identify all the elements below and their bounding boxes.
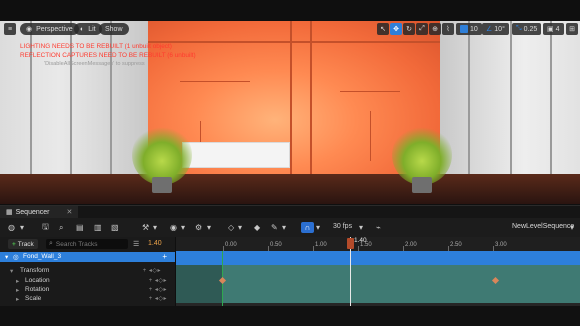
edit-pencil-icon[interactable]: ✎ xyxy=(271,222,278,233)
ruler-label: 0.00 xyxy=(225,242,237,248)
expand-arrow-icon[interactable]: ▾ xyxy=(10,267,13,275)
perspective-icon: ◉ xyxy=(26,26,33,33)
sequencer-tab-bar: ▦ Sequencer ✕ xyxy=(0,205,580,219)
camera-speed-button[interactable]: ▣ 4 xyxy=(543,23,564,35)
select-tool-icon[interactable]: ↖ xyxy=(377,23,389,35)
ruler-label: 2.00 xyxy=(405,242,417,248)
save-icon[interactable]: 🖫 xyxy=(42,222,49,233)
key-nav-controls[interactable]: + ◂◇▸ xyxy=(149,277,167,284)
key-nav-controls[interactable]: + ◂◇▸ xyxy=(149,295,167,302)
playhead-time-label: 1.40 xyxy=(354,237,367,244)
add-icon[interactable]: + xyxy=(162,252,167,261)
key-nav-controls[interactable]: + ◂◇▸ xyxy=(143,267,161,274)
expand-arrow-icon[interactable]: ▸ xyxy=(16,295,19,303)
surface-snap-icon[interactable]: ⌇ xyxy=(442,23,454,35)
transform-section[interactable] xyxy=(176,265,580,303)
eye-icon[interactable]: ◉ xyxy=(170,222,177,233)
grid-icon xyxy=(460,25,468,33)
auto-key-icon[interactable]: ◆ xyxy=(254,222,260,233)
sequence-name[interactable]: NewLevelSequence xyxy=(512,223,574,230)
tools-icon[interactable]: ⚒ xyxy=(142,222,149,233)
maximize-viewport-icon[interactable]: ⊞ xyxy=(566,23,578,35)
add-track-button[interactable]: + Track xyxy=(8,239,38,249)
chevron-down-icon[interactable]: ▾ xyxy=(181,222,185,233)
snap-magnet-icon[interactable]: ∩ xyxy=(301,222,314,233)
track-search-box[interactable]: ⌕ xyxy=(46,239,128,249)
show-button[interactable]: Show xyxy=(99,23,129,35)
expand-arrow-icon[interactable]: ▾ xyxy=(5,253,8,261)
camera-icon: ▣ xyxy=(547,26,554,33)
suppress-messages-note: 'DisableAllScreenMessages' to suppress xyxy=(44,61,145,67)
ruler-label: 2.50 xyxy=(450,242,462,248)
scene-white-bench[interactable] xyxy=(182,142,290,168)
chevron-down-icon[interactable]: ▾ xyxy=(359,222,363,233)
render-icon[interactable]: ▧ xyxy=(111,222,119,233)
actor-track-lane[interactable] xyxy=(176,251,580,265)
chevron-down-icon[interactable]: ▾ xyxy=(570,222,574,233)
view-mode-button[interactable]: ◐ Lit xyxy=(74,23,102,35)
grid-snap-toggle[interactable]: 10 xyxy=(456,23,482,35)
sequencer-toolbar: ◍ ▾ 🖫 ⌕ ▤ ▥ ▧ ⚒ ▾ ◉ ▾ ⚙ ▾ ◇ ▾ ◆ ✎ ▾ ∩ ▾ … xyxy=(0,218,580,237)
pre-roll-region xyxy=(176,265,222,303)
ruler-label: 3.00 xyxy=(495,242,507,248)
perspective-button[interactable]: ◉ Perspective xyxy=(20,23,79,35)
status-bar xyxy=(0,306,580,326)
chevron-down-icon[interactable]: ▾ xyxy=(238,222,242,233)
chevron-down-icon[interactable]: ▾ xyxy=(282,222,286,233)
close-icon[interactable]: ✕ xyxy=(66,208,72,216)
chevron-down-icon[interactable]: ▾ xyxy=(207,222,211,233)
actor-icon: ◎ xyxy=(13,253,19,261)
fps-selector[interactable]: 30 fps xyxy=(333,223,352,230)
find-in-browser-icon[interactable]: ⌕ xyxy=(59,222,63,233)
angle-icon: ∠ xyxy=(486,26,493,33)
filter-icon[interactable]: ☰ xyxy=(133,240,139,248)
film-icon[interactable]: ▤ xyxy=(76,222,84,233)
world-space-icon[interactable]: ⊕ xyxy=(429,23,441,35)
world-icon[interactable]: ◍ xyxy=(8,222,15,233)
time-ruler[interactable]: 0.00 0.50 1.00 1.50 2.00 2.50 3.00 xyxy=(176,237,580,251)
key-nav-controls[interactable]: + ◂◇▸ xyxy=(149,286,167,293)
level-viewport[interactable]: ≡ ◉ Perspective ◐ Lit Show ↖ ✥ ↻ ⤢ ⊕ ⌇ 1… xyxy=(0,21,580,204)
rotate-tool-icon[interactable]: ↻ xyxy=(403,23,415,35)
expand-arrow-icon[interactable]: ▸ xyxy=(16,286,19,294)
search-input[interactable] xyxy=(55,240,126,248)
playhead-handle[interactable] xyxy=(347,238,354,249)
reflection-rebuild-message: REFLECTION CAPTURES NEED TO BE REBUILT (… xyxy=(20,52,196,59)
chevron-down-icon[interactable]: ▾ xyxy=(316,222,320,233)
key-icon[interactable]: ◇ xyxy=(228,222,234,233)
lit-icon: ◐ xyxy=(80,25,85,33)
plus-icon: + xyxy=(12,240,16,248)
scale-tool-icon[interactable]: ⤢ xyxy=(416,23,428,35)
track-search-row: + Track ⌕ ☰ 1.40 xyxy=(0,237,175,251)
current-time[interactable]: 1.40 xyxy=(148,240,162,247)
track-row-scale[interactable]: ▸ Scale + ◂◇▸ xyxy=(0,294,175,304)
track-row-transform[interactable]: ▾ Transform + ◂◇▸ xyxy=(0,266,175,276)
search-icon: ⌕ xyxy=(49,240,53,247)
scale-snap-icon: ⤡ xyxy=(516,25,522,32)
angle-snap-toggle[interactable]: ∠ 10° xyxy=(482,23,509,35)
scale-snap-toggle[interactable]: ⤡ 0.25 xyxy=(512,23,542,35)
ruler-label: 1.00 xyxy=(315,242,327,248)
sequencer-icon: ▦ xyxy=(6,209,13,216)
clapper-icon[interactable]: ▥ xyxy=(94,222,102,233)
scene-floor xyxy=(0,174,580,204)
track-row-actor[interactable]: ▾ ◎ Fond_Wall_3 + xyxy=(0,252,175,262)
curve-editor-icon[interactable]: ⌁ xyxy=(376,222,381,233)
ruler-label: 0.50 xyxy=(270,242,282,248)
viewport-menu-icon[interactable]: ≡ xyxy=(4,23,16,35)
translate-tool-icon[interactable]: ✥ xyxy=(390,23,402,35)
lighting-rebuild-message: LIGHTING NEEDS TO BE REBUILT (1 unbuilt … xyxy=(20,43,172,50)
chevron-down-icon[interactable]: ▾ xyxy=(20,222,24,233)
expand-arrow-icon[interactable]: ▸ xyxy=(16,277,19,285)
tab-sequencer[interactable]: ▦ Sequencer ✕ xyxy=(0,205,79,219)
chevron-down-icon[interactable]: ▾ xyxy=(153,222,157,233)
playback-options-icon[interactable]: ⚙ xyxy=(195,222,202,233)
